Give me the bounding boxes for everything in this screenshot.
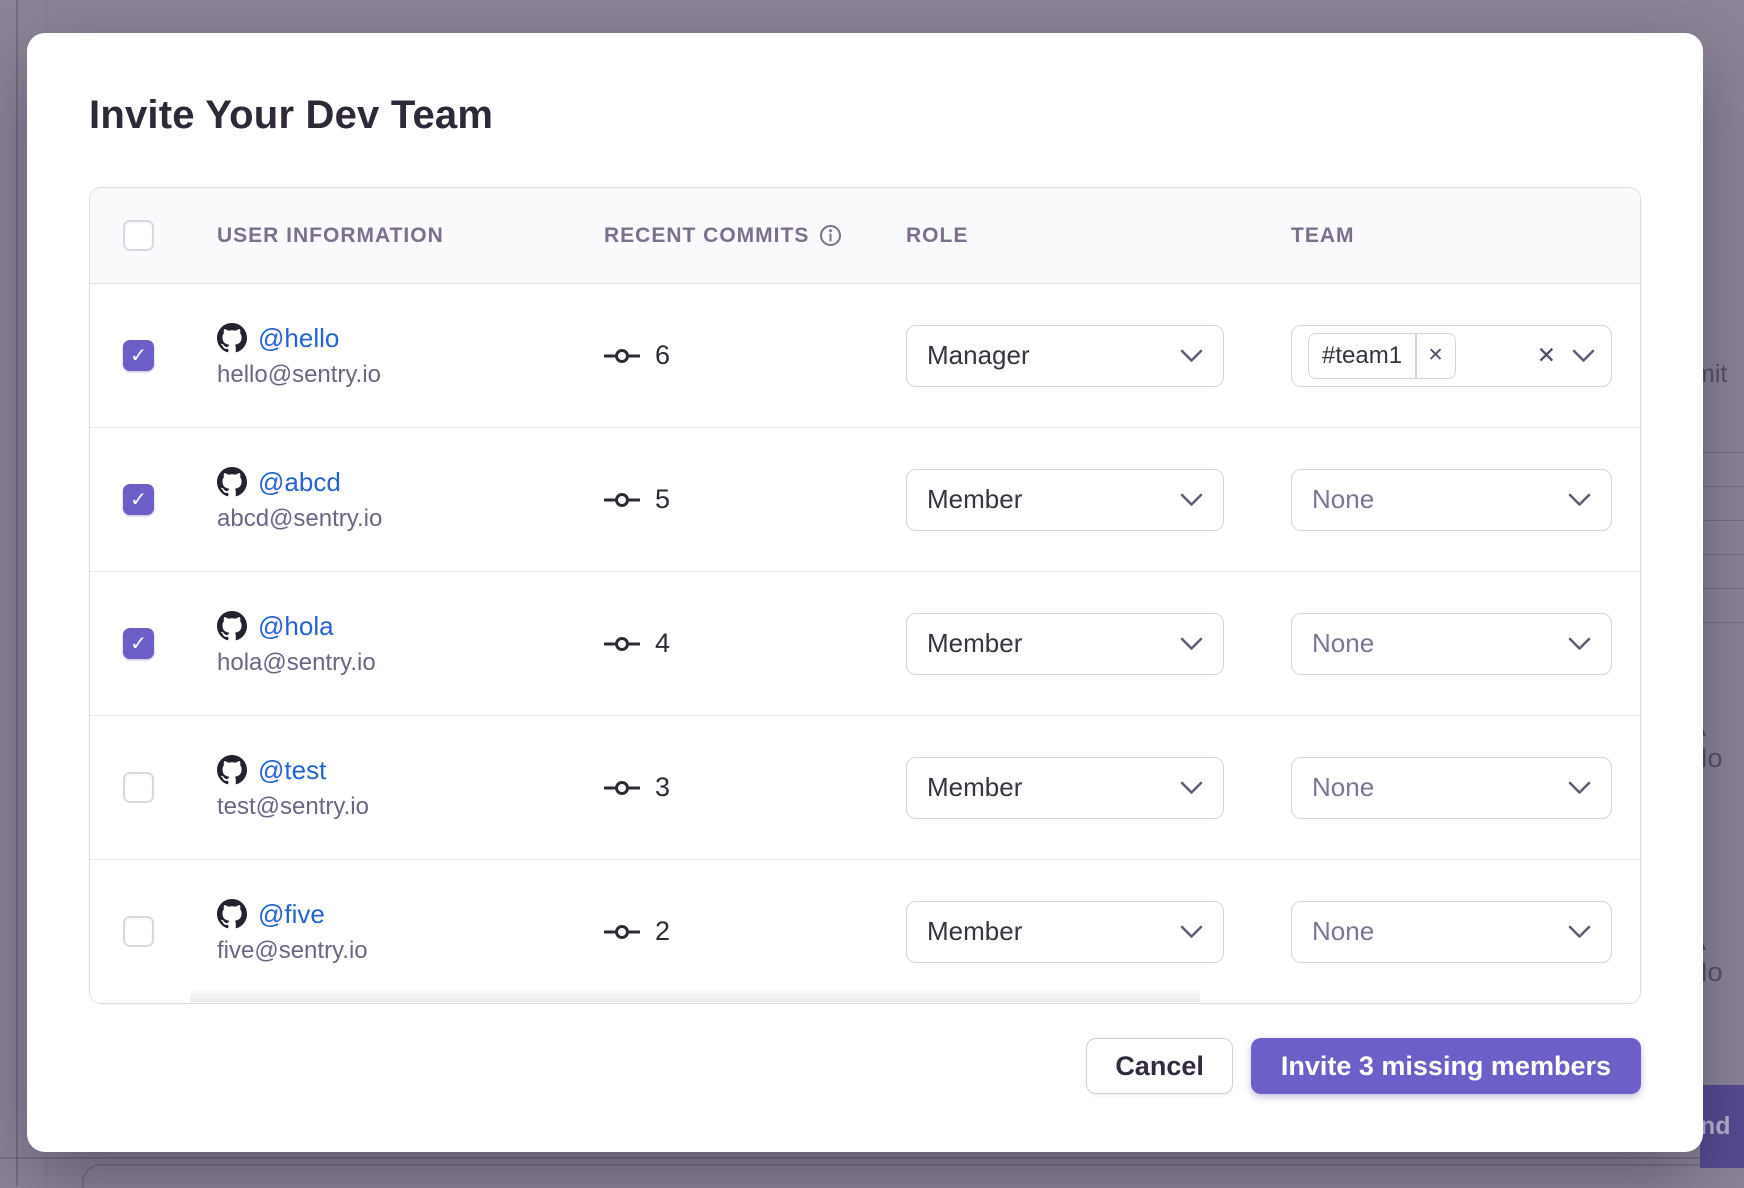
github-username-link[interactable]: @abcd (258, 467, 341, 498)
chevron-down-icon (1568, 781, 1591, 795)
info-icon[interactable] (819, 224, 842, 247)
github-icon (217, 755, 247, 785)
github-username-link[interactable]: @hello (258, 323, 339, 354)
members-table: USER INFORMATION RECENT COMMITS ROLE TEA… (89, 187, 1641, 1004)
recent-commits-cell: 4 (604, 628, 906, 659)
chevron-down-icon (1180, 925, 1203, 939)
remove-tag-icon[interactable]: ✕ (1417, 344, 1455, 367)
cancel-button[interactable]: Cancel (1086, 1038, 1233, 1094)
table-row: ✓ @hello hello@sentry.io 6 Manager (90, 284, 1640, 427)
row-checkbox[interactable]: ✓ (123, 628, 154, 659)
user-info-cell: @hello hello@sentry.io (217, 323, 604, 389)
invite-dev-team-modal: Invite Your Dev Team USER INFORMATION RE… (27, 33, 1703, 1152)
user-email: five@sentry.io (217, 937, 604, 965)
role-select[interactable]: Member (906, 613, 1224, 675)
github-username-link[interactable]: @five (258, 899, 325, 930)
row-checkbox[interactable]: ✓ (123, 484, 154, 515)
github-icon (217, 611, 247, 641)
role-select[interactable]: Member (906, 757, 1224, 819)
role-select[interactable]: Manager (906, 325, 1224, 387)
team-select[interactable]: #team1 ✕ ✕ (1291, 325, 1612, 387)
invite-members-button[interactable]: Invite 3 missing members (1251, 1038, 1641, 1094)
commit-count: 5 (655, 484, 670, 515)
recent-commits-cell: 3 (604, 772, 906, 803)
chevron-down-icon (1180, 349, 1203, 363)
table-row: @five five@sentry.io 2 Member None (90, 859, 1640, 1003)
chevron-down-icon (1180, 781, 1203, 795)
background-truncated-button: nd (1700, 1085, 1744, 1168)
column-header-team: TEAM (1291, 224, 1640, 248)
role-select[interactable]: Member (906, 901, 1224, 963)
chevron-down-icon (1572, 349, 1595, 363)
git-commit-icon (604, 635, 640, 653)
user-email: test@sentry.io (217, 793, 604, 821)
background-card-edge (82, 1164, 1744, 1188)
github-icon (217, 467, 247, 497)
github-icon (217, 899, 247, 929)
chevron-down-icon (1568, 925, 1591, 939)
recent-commits-cell: 5 (604, 484, 906, 515)
chevron-down-icon (1180, 637, 1203, 651)
page-title: Invite Your Dev Team (89, 89, 1641, 141)
user-info-cell: @test test@sentry.io (217, 755, 604, 821)
user-info-cell: @five five@sentry.io (217, 899, 604, 965)
github-icon (217, 323, 247, 353)
github-username-link[interactable]: @test (258, 755, 326, 786)
team-select[interactable]: None (1291, 613, 1612, 675)
chevron-down-icon (1180, 493, 1203, 507)
clear-selection-icon[interactable]: ✕ (1537, 344, 1556, 367)
modal-footer: Cancel Invite 3 missing members (89, 1038, 1641, 1094)
user-email: hola@sentry.io (217, 649, 604, 677)
user-info-cell: @abcd abcd@sentry.io (217, 467, 604, 533)
github-username-link[interactable]: @hola (258, 611, 334, 642)
user-email: abcd@sentry.io (217, 505, 604, 533)
row-checkbox[interactable] (123, 772, 154, 803)
column-header-recent-commits: RECENT COMMITS (604, 224, 906, 248)
table-row: ✓ @abcd abcd@sentry.io 5 Member (90, 427, 1640, 571)
team-tag: #team1 ✕ (1308, 333, 1456, 379)
background-page-edge (16, 0, 18, 1186)
git-commit-icon (604, 491, 640, 509)
team-select[interactable]: None (1291, 757, 1612, 819)
table-row: ✓ @hola hola@sentry.io 4 Member (90, 571, 1640, 715)
column-header-user-information: USER INFORMATION (217, 224, 604, 248)
row-checkbox[interactable]: ✓ (123, 340, 154, 371)
background-divider (0, 1157, 1744, 1159)
team-select[interactable]: None (1291, 901, 1612, 963)
role-select[interactable]: Member (906, 469, 1224, 531)
column-header-role: ROLE (906, 224, 1291, 248)
user-info-cell: @hola hola@sentry.io (217, 611, 604, 677)
chevron-down-icon (1568, 493, 1591, 507)
recent-commits-cell: 6 (604, 340, 906, 371)
row-checkbox[interactable] (123, 916, 154, 947)
commit-count: 4 (655, 628, 670, 659)
commit-count: 3 (655, 772, 670, 803)
team-select[interactable]: None (1291, 469, 1612, 531)
table-header-row: USER INFORMATION RECENT COMMITS ROLE TEA… (90, 188, 1640, 284)
team-tag-label: #team1 (1309, 342, 1415, 370)
git-commit-icon (604, 347, 640, 365)
commit-count: 6 (655, 340, 670, 371)
user-email: hello@sentry.io (217, 361, 604, 389)
git-commit-icon (604, 779, 640, 797)
chevron-down-icon (1568, 637, 1591, 651)
table-row: @test test@sentry.io 3 Member None (90, 715, 1640, 859)
select-all-checkbox[interactable] (123, 220, 154, 251)
recent-commits-cell: 2 (604, 916, 906, 947)
commit-count: 2 (655, 916, 670, 947)
git-commit-icon (604, 923, 640, 941)
